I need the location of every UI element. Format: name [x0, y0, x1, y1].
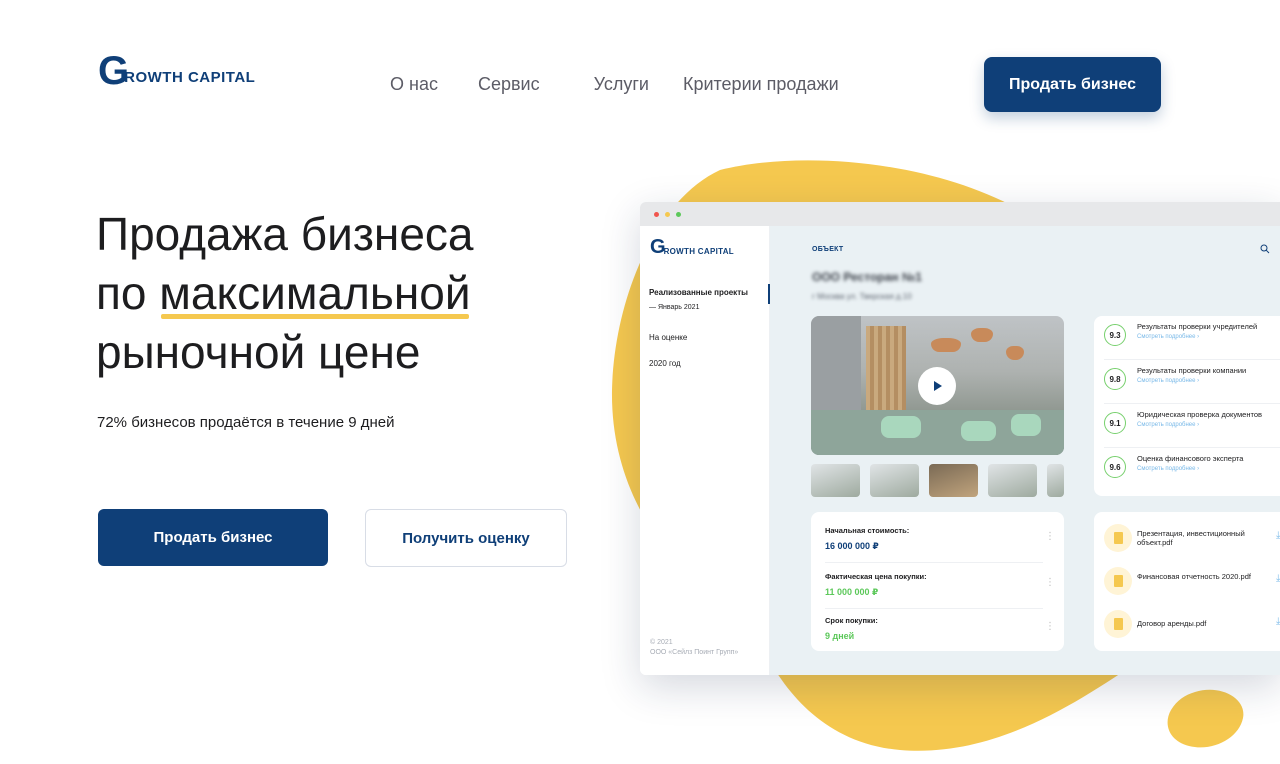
hero-title-prefix: по [96, 267, 160, 319]
section-label: ОБЪЕКТ [812, 246, 844, 253]
score-badge: 9.6 [1104, 456, 1126, 478]
price-value: 9 дней [825, 631, 855, 641]
thumbnail[interactable] [988, 464, 1037, 497]
nav-sale-criteria[interactable]: Критерии продажи [683, 74, 839, 95]
main-nav: О нас Сервис Услуги Критерии продажи [390, 74, 879, 95]
document-item[interactable]: Договор аренды.pdf ⤓ [1104, 610, 1280, 640]
search-icon[interactable] [1260, 244, 1270, 254]
checks-card: 9.3 Результаты проверки учредителей Смот… [1094, 316, 1280, 496]
logo-text: ROWTH CAPITAL [124, 69, 256, 86]
more-options-icon[interactable]: ⋮ [1045, 531, 1055, 542]
more-options-icon[interactable]: ⋮ [1045, 621, 1055, 632]
get-valuation-button[interactable]: Получить оценку [365, 509, 567, 567]
document-name: Договор аренды.pdf [1137, 619, 1207, 628]
download-icon[interactable]: ⤓ [1276, 616, 1280, 627]
brand-logo[interactable]: G ROWTH CAPITAL [98, 51, 256, 91]
play-button[interactable] [918, 367, 956, 405]
download-icon[interactable]: ⤓ [1276, 573, 1280, 584]
check-title: Результаты проверки компании [1137, 366, 1247, 375]
nav-services[interactable]: Услуги [594, 74, 649, 95]
price-label: Начальная стоимость: [825, 526, 910, 535]
play-icon [934, 381, 942, 391]
window-titlebar [640, 202, 1280, 226]
document-icon [1104, 567, 1132, 595]
hero-subtitle: 72% бизнесов продаётся в течение 9 дней [97, 414, 395, 431]
check-item[interactable]: 9.6 Оценка финансового эксперта Смотреть… [1104, 448, 1280, 492]
divider [825, 562, 1043, 563]
check-title: Юридическая проверка документов [1137, 410, 1262, 419]
video-thumbnails [811, 464, 1074, 497]
check-title: Результаты проверки учредителей [1137, 322, 1258, 331]
score-badge: 9.1 [1104, 412, 1126, 434]
footer-company: ООО «Сейлз Поинт Групп» [650, 649, 739, 656]
more-options-icon[interactable]: ⋮ [1045, 577, 1055, 588]
close-dot-icon [654, 211, 659, 217]
header-sell-business-button[interactable]: Продать бизнес [984, 57, 1161, 112]
video-chair [881, 416, 921, 438]
document-icon [1104, 524, 1132, 552]
document-item[interactable]: Презентация, инвестиционный объект.pdf ⤓ [1104, 524, 1280, 554]
thumbnail[interactable] [870, 464, 919, 497]
hero-title-highlight: максимальной [159, 264, 471, 323]
score-badge: 9.8 [1104, 368, 1126, 390]
maximize-dot-icon [676, 211, 681, 217]
sidebar-item-under-evaluation[interactable]: На оценке [649, 333, 687, 342]
price-label: Срок покупки: [825, 616, 878, 625]
footer-copyright: © 2021 [650, 639, 673, 646]
check-item[interactable]: 9.1 Юридическая проверка документов Смот… [1104, 404, 1280, 448]
mockup-main: ОБЪЕКТ ООО Ресторан №1 г Москва ул. Твер… [770, 226, 1280, 675]
video-chair [1011, 414, 1041, 436]
mockup-logo: G ROWTH CAPITAL [650, 237, 734, 257]
check-more-link[interactable]: Смотреть подробнее › [1137, 378, 1199, 384]
mockup-sidebar: G ROWTH CAPITAL Реализованные проекты — … [640, 226, 770, 675]
document-icon [1104, 610, 1132, 638]
document-name: Презентация, инвестиционный объект.pdf [1137, 529, 1245, 547]
price-value: 16 000 000 ₽ [825, 541, 879, 551]
hero-title-line2: по максимальной [96, 264, 473, 323]
hero-title: Продажа бизнеса по максимальной рыночной… [96, 205, 473, 382]
download-icon[interactable]: ⤓ [1276, 530, 1280, 541]
minimize-dot-icon [665, 211, 670, 217]
price-row: Срок покупки: 9 дней ⋮ [825, 616, 1055, 641]
documents-card: Презентация, инвестиционный объект.pdf ⤓… [1094, 512, 1280, 651]
thumbnail[interactable] [811, 464, 860, 497]
video-lamp [1006, 346, 1024, 360]
hero-title-line3: рыночной цене [96, 326, 421, 378]
object-video[interactable] [811, 316, 1064, 455]
price-row: Начальная стоимость: 16 000 000 ₽ ⋮ [825, 526, 1055, 563]
nav-service[interactable]: Сервис [478, 74, 540, 95]
video-lamp [931, 338, 961, 352]
thumbnail[interactable] [1047, 464, 1064, 497]
price-label: Фактическая цена покупки: [825, 572, 927, 581]
video-chair [961, 421, 996, 441]
sidebar-item-realized-projects[interactable]: Реализованные проекты [649, 288, 748, 297]
prices-card: Начальная стоимость: 16 000 000 ₽ ⋮ Факт… [811, 512, 1064, 651]
divider [825, 608, 1043, 609]
check-more-link[interactable]: Смотреть подробнее › [1137, 422, 1199, 428]
check-item[interactable]: 9.8 Результаты проверки компании Смотрет… [1104, 360, 1280, 404]
score-badge: 9.3 [1104, 324, 1126, 346]
thumbnail[interactable] [929, 464, 978, 497]
check-item[interactable]: 9.3 Результаты проверки учредителей Смот… [1104, 316, 1280, 360]
blurred-object-title: ООО Ресторан №1 [812, 270, 922, 284]
dashboard-mockup: G ROWTH CAPITAL Реализованные проекты — … [640, 202, 1280, 675]
small-yellow-blob-decoration [1167, 689, 1244, 748]
check-title: Оценка финансового эксперта [1137, 454, 1244, 463]
check-more-link[interactable]: Смотреть подробнее › [1137, 466, 1199, 472]
video-lamp [971, 328, 993, 342]
sell-business-button[interactable]: Продать бизнес [98, 509, 328, 566]
price-value: 11 000 000 ₽ [825, 587, 879, 597]
check-more-link[interactable]: Смотреть подробнее › [1137, 334, 1199, 340]
sidebar-item-2020[interactable]: 2020 год [649, 359, 681, 368]
document-name: Финансовая отчетность 2020.pdf [1137, 572, 1251, 581]
mockup-logo-text: ROWTH CAPITAL [663, 247, 734, 256]
document-item[interactable]: Финансовая отчетность 2020.pdf ⤓ [1104, 567, 1280, 597]
sidebar-subitem-january[interactable]: — Январь 2021 [649, 304, 699, 311]
sidebar-footer: © 2021 ООО «Сейлз Поинт Групп» [650, 638, 738, 658]
price-row: Фактическая цена покупки: 11 000 000 ₽ ⋮ [825, 572, 1055, 609]
hero-title-line1: Продажа бизнеса [96, 208, 474, 260]
nav-about[interactable]: О нас [390, 74, 438, 95]
blurred-object-address: г Москва ул. Тверская д.10 [812, 292, 912, 301]
